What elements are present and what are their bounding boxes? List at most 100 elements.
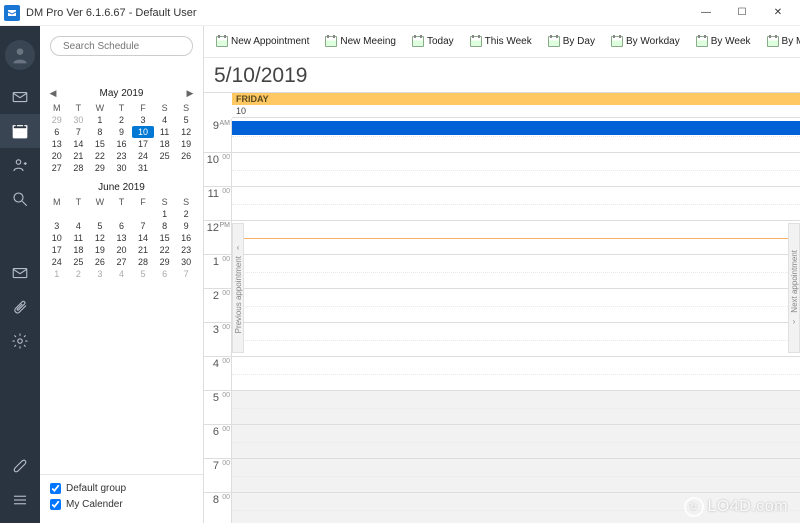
toolbar-new-appointment[interactable]: New Appointment: [212, 34, 313, 49]
schedule-row[interactable]: [232, 255, 800, 289]
cal-day[interactable]: 12: [89, 232, 111, 244]
cal-day[interactable]: 6: [111, 220, 133, 232]
cal-day[interactable]: 16: [175, 232, 197, 244]
cal-day[interactable]: 4: [111, 268, 133, 280]
nav-menu[interactable]: [0, 483, 40, 517]
nav-attachments[interactable]: [0, 290, 40, 324]
group-default-checkbox[interactable]: [50, 483, 61, 494]
cal-day[interactable]: 27: [46, 162, 68, 174]
cal-day[interactable]: 17: [46, 244, 68, 256]
schedule-row[interactable]: [232, 323, 800, 357]
cal-day[interactable]: 10: [132, 126, 154, 138]
cal-day[interactable]: 6: [46, 126, 68, 138]
schedule-row[interactable]: [232, 459, 800, 493]
nav-tools[interactable]: [0, 449, 40, 483]
cal-day[interactable]: 20: [111, 244, 133, 256]
mini-calendar-june[interactable]: June 2019MTWTFSS123456789101112131415161…: [40, 176, 203, 282]
cal-day[interactable]: 7: [68, 126, 90, 138]
window-maximize-button[interactable]: ☐: [724, 0, 760, 26]
cal-day[interactable]: 5: [132, 268, 154, 280]
nav-settings[interactable]: [0, 324, 40, 358]
cal-day[interactable]: 22: [89, 150, 111, 162]
cal-day[interactable]: 23: [175, 244, 197, 256]
schedule-row[interactable]: [232, 391, 800, 425]
cal-day[interactable]: 16: [111, 138, 133, 150]
group-my-calendar-checkbox[interactable]: [50, 499, 61, 510]
previous-appointment-tab[interactable]: ‹ Previous appointment: [232, 223, 244, 353]
nav-mail[interactable]: [0, 80, 40, 114]
cal-day[interactable]: 17: [132, 138, 154, 150]
cal-day[interactable]: 13: [46, 138, 68, 150]
schedule-row[interactable]: [232, 425, 800, 459]
cal-day[interactable]: 1: [46, 268, 68, 280]
cal-day[interactable]: 11: [154, 126, 176, 138]
toolbar-this-week[interactable]: This Week: [466, 34, 536, 49]
cal-day[interactable]: 13: [111, 232, 133, 244]
cal-day[interactable]: 30: [111, 162, 133, 174]
cal-day[interactable]: 21: [68, 150, 90, 162]
cal-day[interactable]: 20: [46, 150, 68, 162]
cal-day[interactable]: 4: [68, 220, 90, 232]
cal-day[interactable]: 30: [175, 256, 197, 268]
cal-day[interactable]: 28: [68, 162, 90, 174]
cal-day[interactable]: 29: [46, 114, 68, 126]
cal-day[interactable]: 3: [132, 114, 154, 126]
cal-day[interactable]: 8: [89, 126, 111, 138]
cal-day[interactable]: 2: [175, 208, 197, 220]
cal-day[interactable]: 7: [132, 220, 154, 232]
cal-day[interactable]: 26: [175, 150, 197, 162]
cal-day[interactable]: 27: [111, 256, 133, 268]
cal-day[interactable]: 19: [89, 244, 111, 256]
cal-day[interactable]: 9: [111, 126, 133, 138]
cal-day[interactable]: 25: [154, 150, 176, 162]
cal-day[interactable]: 28: [132, 256, 154, 268]
toolbar-new-meeing[interactable]: New Meeing: [321, 34, 400, 49]
cal-day[interactable]: 10: [46, 232, 68, 244]
cal-day[interactable]: 24: [46, 256, 68, 268]
next-appointment-tab[interactable]: Next appointment ›: [788, 223, 800, 353]
cal-day[interactable]: 18: [68, 244, 90, 256]
cal-next[interactable]: ▶: [183, 88, 197, 99]
schedule-grid[interactable]: [232, 119, 800, 523]
cal-day[interactable]: 21: [132, 244, 154, 256]
search-input[interactable]: [63, 41, 195, 52]
toolbar-by-month[interactable]: By Month: [763, 34, 800, 49]
toolbar-by-day[interactable]: By Day: [544, 34, 599, 49]
schedule-row[interactable]: [232, 357, 800, 391]
cal-day[interactable]: 31: [132, 162, 154, 174]
cal-day[interactable]: 5: [89, 220, 111, 232]
cal-prev[interactable]: ◀: [46, 88, 60, 99]
toolbar-today[interactable]: Today: [408, 34, 458, 49]
cal-day[interactable]: 5: [175, 114, 197, 126]
schedule-row[interactable]: [232, 289, 800, 323]
cal-day[interactable]: 22: [154, 244, 176, 256]
cal-day[interactable]: 14: [68, 138, 90, 150]
cal-day[interactable]: 23: [111, 150, 133, 162]
cal-day[interactable]: 6: [154, 268, 176, 280]
cal-day[interactable]: 14: [132, 232, 154, 244]
cal-day[interactable]: 2: [68, 268, 90, 280]
cal-day[interactable]: 12: [175, 126, 197, 138]
cal-day[interactable]: 11: [68, 232, 90, 244]
window-minimize-button[interactable]: —: [688, 0, 724, 26]
window-close-button[interactable]: ✕: [760, 0, 796, 26]
cal-day[interactable]: 1: [154, 208, 176, 220]
toolbar-by-week[interactable]: By Week: [692, 34, 755, 49]
schedule-row[interactable]: [232, 187, 800, 221]
cal-day[interactable]: 19: [175, 138, 197, 150]
cal-day[interactable]: 15: [89, 138, 111, 150]
cal-day[interactable]: 26: [89, 256, 111, 268]
cal-day[interactable]: 18: [154, 138, 176, 150]
search-box[interactable]: [50, 36, 193, 56]
day-view[interactable]: FRIDAY 10 9AM1000110012PM100200300400500…: [204, 92, 800, 523]
cal-day[interactable]: 2: [111, 114, 133, 126]
cal-day[interactable]: 4: [154, 114, 176, 126]
schedule-row[interactable]: [232, 119, 800, 153]
cal-day[interactable]: 29: [154, 256, 176, 268]
cal-day[interactable]: 7: [175, 268, 197, 280]
cal-day[interactable]: 3: [89, 268, 111, 280]
group-my-calendar[interactable]: My Calender: [50, 499, 193, 510]
cal-day[interactable]: 29: [89, 162, 111, 174]
cal-day[interactable]: 24: [132, 150, 154, 162]
schedule-row[interactable]: [232, 221, 800, 255]
